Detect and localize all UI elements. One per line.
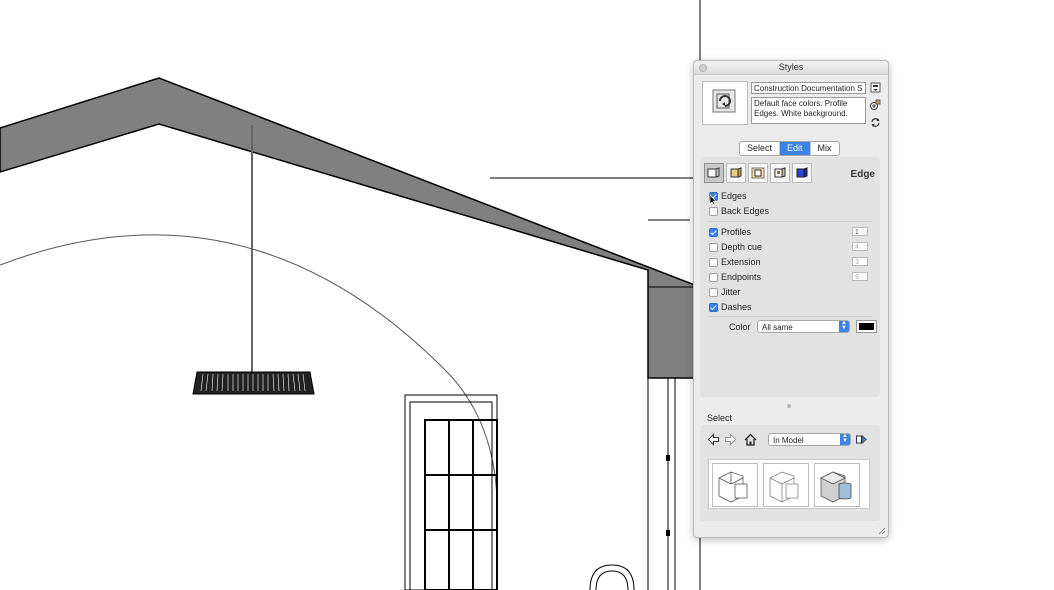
divider bbox=[708, 221, 872, 222]
style-thumb-construction-docs[interactable] bbox=[712, 463, 758, 507]
endpoints-checkbox[interactable] bbox=[709, 272, 718, 282]
style-name-field[interactable]: Construction Documentation S bbox=[751, 82, 866, 94]
depth-cue-checkbox[interactable] bbox=[709, 242, 718, 252]
endpoints-input[interactable]: 9 bbox=[852, 272, 868, 281]
drawing-canvas[interactable] bbox=[0, 0, 1054, 590]
dashes-label: Dashes bbox=[721, 302, 752, 312]
depth-cue-option[interactable]: Depth cue bbox=[709, 241, 762, 253]
dashes-option[interactable]: Dashes bbox=[709, 301, 752, 313]
styles-panel: Styles Construction Documentation S Defa… bbox=[693, 60, 889, 538]
extension-input[interactable]: 3 bbox=[852, 257, 868, 266]
extension-checkbox[interactable] bbox=[709, 257, 718, 267]
modeling-settings-icon[interactable] bbox=[792, 163, 812, 183]
settings-category-bar bbox=[704, 163, 812, 183]
pendant-lamp bbox=[192, 371, 315, 395]
endpoints-option[interactable]: Endpoints bbox=[709, 271, 761, 283]
update-icon[interactable] bbox=[870, 117, 881, 128]
back-arrow-icon[interactable] bbox=[707, 433, 720, 446]
background-settings-icon[interactable] bbox=[748, 163, 768, 183]
color-mode-value: All same bbox=[762, 323, 793, 332]
select-pane-label: Select bbox=[707, 413, 733, 423]
section-title: Edge bbox=[850, 169, 875, 180]
update-style-icon bbox=[712, 89, 736, 113]
forward-arrow-icon[interactable] bbox=[724, 433, 737, 446]
details-toggle-icon[interactable] bbox=[870, 82, 881, 93]
profiles-checkbox[interactable] bbox=[709, 227, 718, 237]
details-arrow-icon[interactable] bbox=[855, 433, 868, 446]
panel-title: Styles bbox=[778, 62, 804, 72]
style-thumb-default[interactable] bbox=[763, 463, 809, 507]
extension-label: Extension bbox=[721, 257, 761, 267]
depth-cue-input[interactable]: 4 bbox=[852, 242, 868, 251]
profiles-width-input[interactable]: 1 bbox=[852, 227, 868, 236]
mode-tabs: Select Edit Mix bbox=[739, 141, 840, 156]
endpoints-label: Endpoints bbox=[721, 272, 762, 282]
jitter-label: Jitter bbox=[721, 287, 741, 297]
back-edges-checkbox[interactable] bbox=[709, 206, 718, 216]
style-thumbnail[interactable] bbox=[702, 81, 748, 125]
style-thumb-shaded[interactable] bbox=[814, 463, 860, 507]
jitter-option[interactable]: Jitter bbox=[709, 286, 741, 298]
edge-color-swatch[interactable] bbox=[856, 320, 877, 333]
watermark-settings-icon[interactable] bbox=[770, 163, 790, 183]
depth-cue-label: Depth cue bbox=[721, 242, 763, 252]
resize-grip-icon[interactable] bbox=[878, 527, 886, 535]
profiles-label: Profiles bbox=[721, 227, 752, 237]
jitter-checkbox[interactable] bbox=[709, 287, 718, 297]
back-edges-label: Back Edges bbox=[721, 206, 770, 216]
edge-settings-icon[interactable] bbox=[704, 163, 724, 183]
close-icon[interactable] bbox=[699, 64, 707, 72]
color-fill bbox=[859, 323, 874, 330]
back-edges-option[interactable]: Back Edges bbox=[709, 205, 769, 217]
dashes-checkbox[interactable] bbox=[709, 302, 718, 312]
color-mode-select[interactable]: All same ▲ ▼ bbox=[757, 320, 850, 333]
edges-label: Edges bbox=[721, 191, 747, 201]
face-settings-icon[interactable] bbox=[726, 163, 746, 183]
divider bbox=[708, 316, 872, 317]
style-thumbnails bbox=[708, 459, 870, 509]
collection-value: In Model bbox=[773, 436, 804, 445]
extension-option[interactable]: Extension bbox=[709, 256, 761, 268]
tab-mix[interactable]: Mix bbox=[811, 142, 839, 155]
home-icon[interactable] bbox=[744, 433, 757, 446]
pane-splitter-handle[interactable] bbox=[787, 404, 791, 408]
select-pane: In Model ▲ ▼ bbox=[700, 425, 880, 521]
profiles-option[interactable]: Profiles bbox=[709, 226, 751, 238]
create-style-icon[interactable] bbox=[870, 99, 881, 110]
edit-pane: Edge Edges Back Edges Profiles 1 Depth c… bbox=[700, 157, 880, 397]
color-label: Color bbox=[729, 322, 751, 332]
style-description-field[interactable]: Default face colors. Profile Edges. Whit… bbox=[751, 97, 866, 124]
collection-select[interactable]: In Model ▲ ▼ bbox=[768, 433, 851, 446]
chevron-updown-icon: ▲ ▼ bbox=[839, 320, 849, 332]
tab-edit[interactable]: Edit bbox=[780, 142, 811, 155]
tab-select[interactable]: Select bbox=[740, 142, 781, 155]
chevron-updown-icon: ▲ ▼ bbox=[840, 433, 850, 445]
panel-titlebar[interactable]: Styles bbox=[694, 61, 888, 75]
